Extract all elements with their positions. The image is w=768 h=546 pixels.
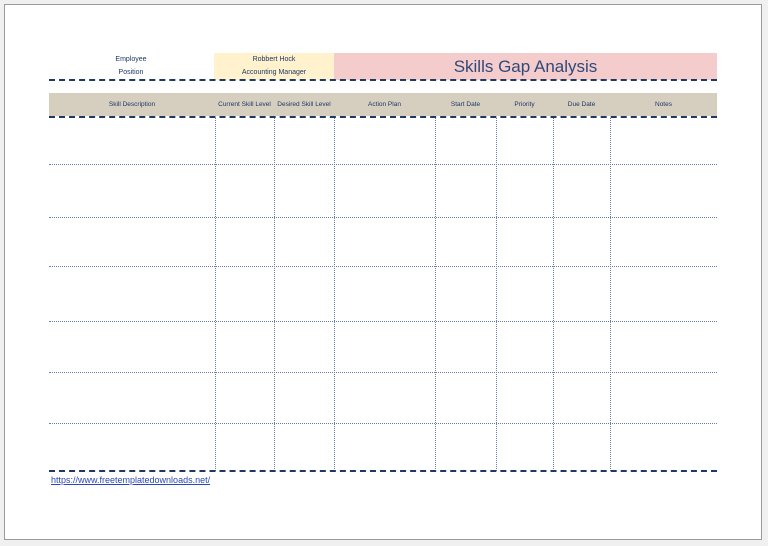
table-row[interactable] bbox=[49, 165, 717, 217]
column-header-priority: Priority bbox=[514, 101, 535, 108]
table-row[interactable] bbox=[49, 118, 717, 164]
column-header-start-date: Start Date bbox=[450, 101, 481, 108]
column-header-action-plan: Action Plan bbox=[368, 101, 401, 108]
employee-label: Employee bbox=[115, 56, 147, 63]
page-title: Skills Gap Analysis bbox=[453, 56, 598, 76]
header-divider bbox=[49, 79, 717, 81]
table-row[interactable] bbox=[49, 424, 717, 470]
column-header-current-skill-level: Current Skill Level bbox=[218, 101, 271, 108]
column-header-skill-description: Skill Description bbox=[108, 101, 156, 108]
title-cell: Skills Gap Analysis bbox=[334, 53, 717, 80]
table-row[interactable] bbox=[49, 218, 717, 266]
table-row[interactable] bbox=[49, 373, 717, 423]
position-value[interactable]: Accounting Manager bbox=[214, 69, 334, 76]
source-link[interactable]: https://www.freetemplatedownloads.net/ bbox=[51, 475, 210, 485]
worksheet-page: Employee Position Robbert Hock Accountin… bbox=[4, 4, 762, 540]
column-header-desired-skill-level: Desired Skill Level bbox=[277, 101, 331, 108]
column-header-notes: Notes bbox=[655, 101, 672, 108]
column-header-due-date: Due Date bbox=[567, 101, 596, 108]
table-bottom-border bbox=[49, 470, 717, 472]
position-label: Position bbox=[118, 69, 144, 76]
table-row[interactable] bbox=[49, 267, 717, 321]
employee-value[interactable]: Robbert Hock bbox=[214, 56, 334, 63]
table-row[interactable] bbox=[49, 322, 717, 372]
